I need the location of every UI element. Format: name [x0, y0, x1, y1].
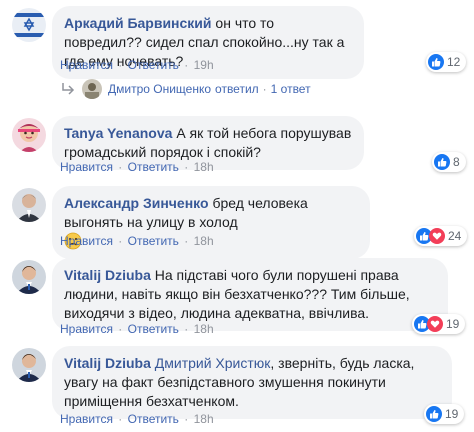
avatar[interactable] — [12, 260, 46, 294]
timestamp[interactable]: 18h — [194, 160, 214, 174]
man-avatar-icon — [12, 348, 46, 382]
comment-bubble: Vitalij Dziuba Дмитрий Христюк, зверніть… — [52, 346, 452, 419]
reactions-badge[interactable]: 12 — [426, 52, 467, 72]
avatar[interactable] — [12, 118, 46, 152]
reply-button[interactable]: Ответить — [128, 234, 179, 248]
reply-verb: ответил — [215, 82, 259, 96]
like-reaction-icon — [434, 154, 450, 170]
love-reaction-icon — [427, 316, 443, 332]
avatar[interactable] — [12, 8, 46, 42]
reaction-count: 24 — [448, 229, 462, 243]
reply-arrow-icon — [62, 83, 75, 95]
reactions-badge[interactable]: 19 — [412, 314, 466, 334]
reply-button[interactable]: Ответить — [128, 160, 179, 174]
reactions-badge[interactable]: 24 — [414, 226, 468, 246]
reply-count[interactable]: 1 ответ — [271, 82, 311, 96]
timestamp[interactable]: 18h — [194, 234, 214, 248]
like-button[interactable]: Нравится — [60, 160, 113, 174]
like-button[interactable]: Нравится — [60, 412, 113, 426]
reaction-count: 19 — [445, 407, 459, 421]
avatar[interactable] — [12, 188, 46, 222]
reactions-badge[interactable]: 19 — [424, 404, 465, 424]
mention-link[interactable]: Дмитрий Христюк — [155, 355, 271, 371]
timestamp[interactable]: 18h — [194, 322, 214, 336]
comment-author[interactable]: Tanya Yenanova — [64, 125, 172, 141]
like-reaction-icon — [428, 54, 444, 70]
flag-avatar-icon — [12, 8, 46, 42]
reactions-badge[interactable]: 8 — [432, 152, 466, 172]
reaction-count: 12 — [447, 55, 461, 69]
reply-button[interactable]: Ответить — [128, 58, 179, 72]
comment: Vitalij Dziuba На підставі чого були пор… — [0, 252, 474, 344]
reply-button[interactable]: Ответить — [128, 412, 179, 426]
landscape-avatar-icon — [82, 79, 102, 99]
comment: Tanya Yenanova А як той небога порушував… — [0, 110, 474, 182]
timestamp[interactable]: 19h — [194, 58, 214, 72]
comment: Аркадий Барвинский он что то повредил?? … — [0, 0, 474, 79]
comment-author[interactable]: Vitalij Dziuba — [64, 267, 151, 283]
comment-actions: Нравится · Ответить · 18h — [60, 234, 214, 248]
comment-author[interactable]: Аркадий Барвинский — [64, 15, 212, 31]
man-avatar-icon — [12, 188, 46, 222]
like-button[interactable]: Нравится — [60, 322, 113, 336]
avatar — [82, 79, 102, 99]
man-avatar-icon — [12, 260, 46, 294]
reaction-count: 19 — [446, 317, 460, 331]
comment: Александр Зинченко бред человека выгонят… — [0, 180, 474, 259]
comment-actions: Нравится · Ответить · 19h — [60, 58, 214, 72]
like-button[interactable]: Нравится — [60, 234, 113, 248]
comment-author[interactable]: Vitalij Dziuba — [64, 355, 151, 371]
reply-button[interactable]: Ответить — [128, 322, 179, 336]
reply-author[interactable]: Дмитро Онищенко — [108, 82, 211, 96]
reaction-count: 8 — [453, 155, 460, 169]
comment-actions: Нравится · Ответить · 18h — [60, 412, 214, 426]
timestamp[interactable]: 18h — [194, 412, 214, 426]
like-reaction-icon — [426, 406, 442, 422]
replies-summary[interactable]: Дмитро Онищенко ответил · 1 ответ — [60, 78, 311, 100]
love-reaction-icon — [429, 228, 445, 244]
woman-avatar-icon — [12, 118, 46, 152]
comment-author[interactable]: Александр Зинченко — [64, 195, 209, 211]
comment-bubble: Александр Зинченко бред человека выгонят… — [52, 186, 370, 259]
comment-bubble: Vitalij Dziuba На підставі чого були пор… — [52, 258, 448, 331]
comment: Vitalij Dziuba Дмитрий Христюк, зверніть… — [0, 340, 474, 432]
comment-actions: Нравится · Ответить · 18h — [60, 160, 214, 174]
comment-actions: Нравится · Ответить · 18h — [60, 322, 214, 336]
like-button[interactable]: Нравится — [60, 58, 113, 72]
avatar[interactable] — [12, 348, 46, 382]
